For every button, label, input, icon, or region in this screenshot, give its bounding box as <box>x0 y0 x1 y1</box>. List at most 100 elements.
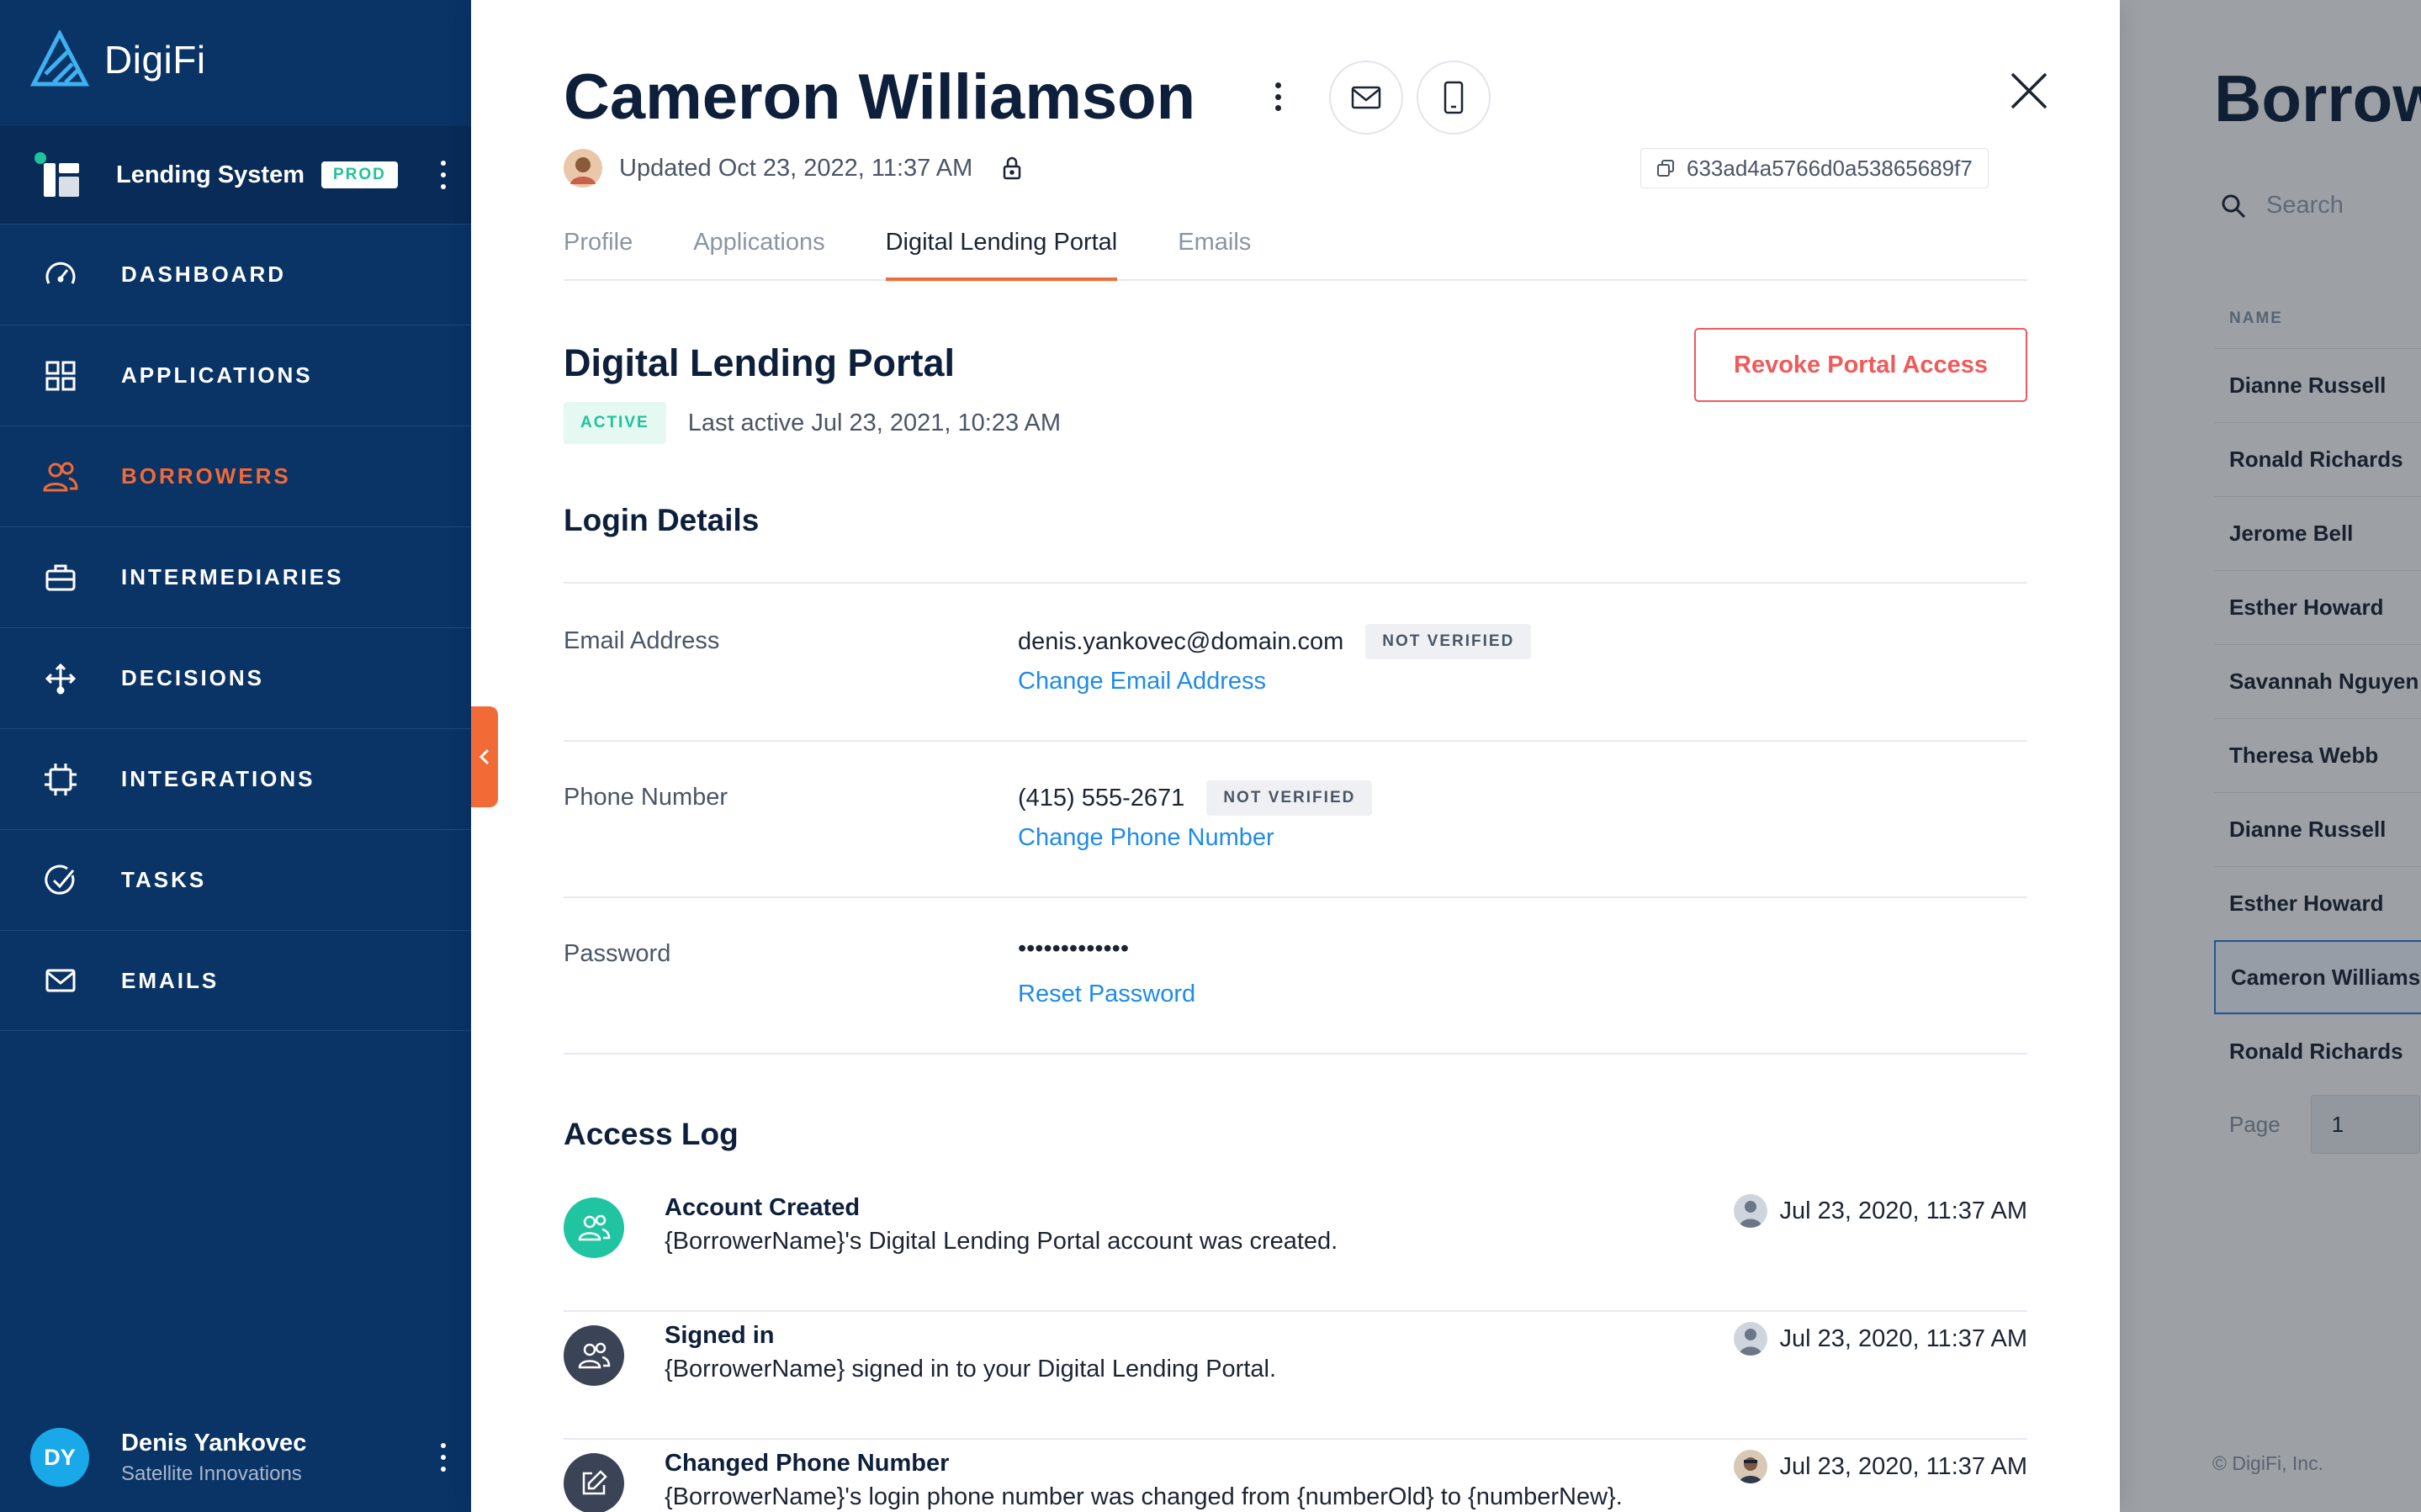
change-email-link[interactable]: Change Email Address <box>1018 668 1266 695</box>
nav-label: EMAILS <box>121 967 220 993</box>
change-phone-link[interactable]: Change Phone Number <box>1018 824 1274 852</box>
divider <box>564 740 2027 742</box>
brand[interactable]: DigiFi <box>30 30 206 89</box>
nav-item-tasks[interactable]: TASKS <box>0 829 471 930</box>
nav-item-emails[interactable]: EMAILS <box>0 930 471 1031</box>
borrower-name: Cameron Williamson <box>564 61 1196 133</box>
email-button[interactable] <box>1329 61 1403 135</box>
current-user[interactable]: DY Denis Yankovec Satellite Innovations <box>0 1403 471 1512</box>
reset-password-link[interactable]: Reset Password <box>1018 981 1195 1008</box>
phone-value: (415) 555-2671 <box>1018 784 1185 812</box>
more-actions-icon[interactable] <box>1275 82 1282 111</box>
lock-icon[interactable] <box>1001 156 1023 181</box>
login-details-title: Login Details <box>564 503 760 537</box>
envelope-icon <box>1351 86 1381 109</box>
access-log-title: Access Log <box>564 1117 739 1151</box>
nav-label: APPLICATIONS <box>121 362 313 388</box>
nav-item-applications[interactable]: APPLICATIONS <box>0 325 471 426</box>
email-value: denis.yankovec@domain.com <box>1018 627 1344 655</box>
password-value-row: ••••••••••••• <box>1018 935 1129 963</box>
divider <box>564 1053 2027 1055</box>
divider <box>564 582 2027 584</box>
nav-label: DASHBOARD <box>121 262 286 287</box>
chip-icon <box>42 761 79 798</box>
copy-icon <box>1657 160 1674 177</box>
mobile-phone-icon <box>1444 81 1464 114</box>
log-description: {BorrowerName}'s Digital Lending Portal … <box>665 1228 1338 1255</box>
log-title: Account Created <box>665 1194 861 1221</box>
brand-name: DigiFi <box>104 38 206 82</box>
last-active-text: Last active Jul 23, 2021, 10:23 AM <box>687 409 1062 436</box>
password-value: ••••••••••••• <box>1018 935 1129 962</box>
log-description: {BorrowerName}'s login phone number was … <box>665 1483 1623 1510</box>
list-item: Account Created {BorrowerName}'s Digital… <box>564 1186 2027 1312</box>
nav-label: BORROWERS <box>121 463 291 489</box>
user-org: Satellite Innovations <box>121 1462 302 1485</box>
user-menu-icon[interactable] <box>441 1443 448 1472</box>
sidebar: DigiFi Lending System PROD DASHBOARD APP… <box>0 0 471 1512</box>
copy-id-button[interactable]: 633ad4a5766d0a53865689f7 <box>1640 148 1989 188</box>
password-label: Password <box>564 940 671 967</box>
phone-button[interactable] <box>1417 61 1491 135</box>
briefcase-icon <box>42 559 79 596</box>
envelope-icon <box>42 962 79 999</box>
divider <box>564 896 2027 898</box>
arrows-icon <box>42 660 79 697</box>
log-title: Changed Phone Number <box>665 1450 950 1477</box>
nav-item-integrations[interactable]: INTEGRATIONS <box>0 728 471 829</box>
users-icon <box>564 1325 624 1386</box>
log-title: Signed in <box>665 1322 775 1349</box>
check-circle-icon <box>42 862 79 899</box>
system-switcher[interactable]: Lending System PROD <box>0 126 471 224</box>
detail-tabs: Profile Applications Digital Lending Por… <box>564 229 2027 281</box>
updated-text: Updated Oct 23, 2022, 11:37 AM <box>619 154 973 182</box>
nav-item-decisions[interactable]: DECISIONS <box>0 627 471 728</box>
tab-emails[interactable]: Emails <box>1178 229 1251 281</box>
gauge-icon <box>42 256 79 293</box>
log-timestamp: Jul 23, 2020, 11:37 AM <box>1734 1450 2027 1483</box>
tab-applications[interactable]: Applications <box>693 229 824 281</box>
avatar: DY <box>30 1428 89 1487</box>
nav-item-borrowers[interactable]: BORROWERS <box>0 426 471 526</box>
list-item: Signed in {BorrowerName} signed in to yo… <box>564 1314 2027 1440</box>
log-description: {BorrowerName} signed in to your Digital… <box>665 1356 1277 1382</box>
grid-icon <box>42 357 79 394</box>
phone-value-row: (415) 555-2671 NOT VERIFIED <box>1018 780 1373 816</box>
record-id: 633ad4a5766d0a53865689f7 <box>1687 155 1973 181</box>
users-icon <box>42 458 79 495</box>
phone-verification-badge: NOT VERIFIED <box>1206 780 1373 816</box>
lending-system-icon <box>34 152 79 197</box>
users-icon <box>564 1197 624 1258</box>
nav-label: INTEGRATIONS <box>121 766 315 791</box>
status-badge: ACTIVE <box>564 402 666 444</box>
updated-info: Updated Oct 23, 2022, 11:37 AM <box>564 148 1023 188</box>
collapse-sidebar-button[interactable] <box>471 706 498 807</box>
system-name: Lending System <box>116 161 305 188</box>
portal-section-title: Digital Lending Portal <box>564 341 956 384</box>
chevron-left-icon <box>479 748 490 765</box>
user-name: Denis Yankovec <box>121 1429 307 1456</box>
user-avatar-icon <box>1734 1194 1768 1228</box>
tab-profile[interactable]: Profile <box>564 229 633 281</box>
close-icon[interactable] <box>2007 69 2051 113</box>
nav-item-dashboard[interactable]: DASHBOARD <box>0 224 471 325</box>
nav-label: TASKS <box>121 867 207 892</box>
tab-digital-lending-portal[interactable]: Digital Lending Portal <box>885 229 1118 281</box>
email-value-row: denis.yankovec@domain.com NOT VERIFIED <box>1018 624 1532 659</box>
system-menu-icon[interactable] <box>441 161 448 189</box>
digifi-logo-icon <box>30 30 89 87</box>
email-label: Email Address <box>564 627 720 654</box>
nav-item-intermediaries[interactable]: INTERMEDIARIES <box>0 526 471 627</box>
revoke-portal-access-button[interactable]: Revoke Portal Access <box>1694 328 2027 402</box>
nav-label: DECISIONS <box>121 665 265 690</box>
log-timestamp: Jul 23, 2020, 11:37 AM <box>1734 1194 2027 1228</box>
divider <box>564 1438 2027 1440</box>
edit-icon <box>564 1453 624 1512</box>
borrower-detail-panel: Cameron Williamson Updated Oct 23, 2022,… <box>471 0 2120 1512</box>
phone-label: Phone Number <box>564 784 728 811</box>
env-badge: PROD <box>321 161 398 188</box>
divider <box>564 1310 2027 1312</box>
main-nav: DASHBOARD APPLICATIONS BORROWERS INTERME… <box>0 224 471 1031</box>
user-avatar-icon <box>1734 1450 1768 1483</box>
portal-status: ACTIVE Last active Jul 23, 2021, 10:23 A… <box>564 402 1061 444</box>
